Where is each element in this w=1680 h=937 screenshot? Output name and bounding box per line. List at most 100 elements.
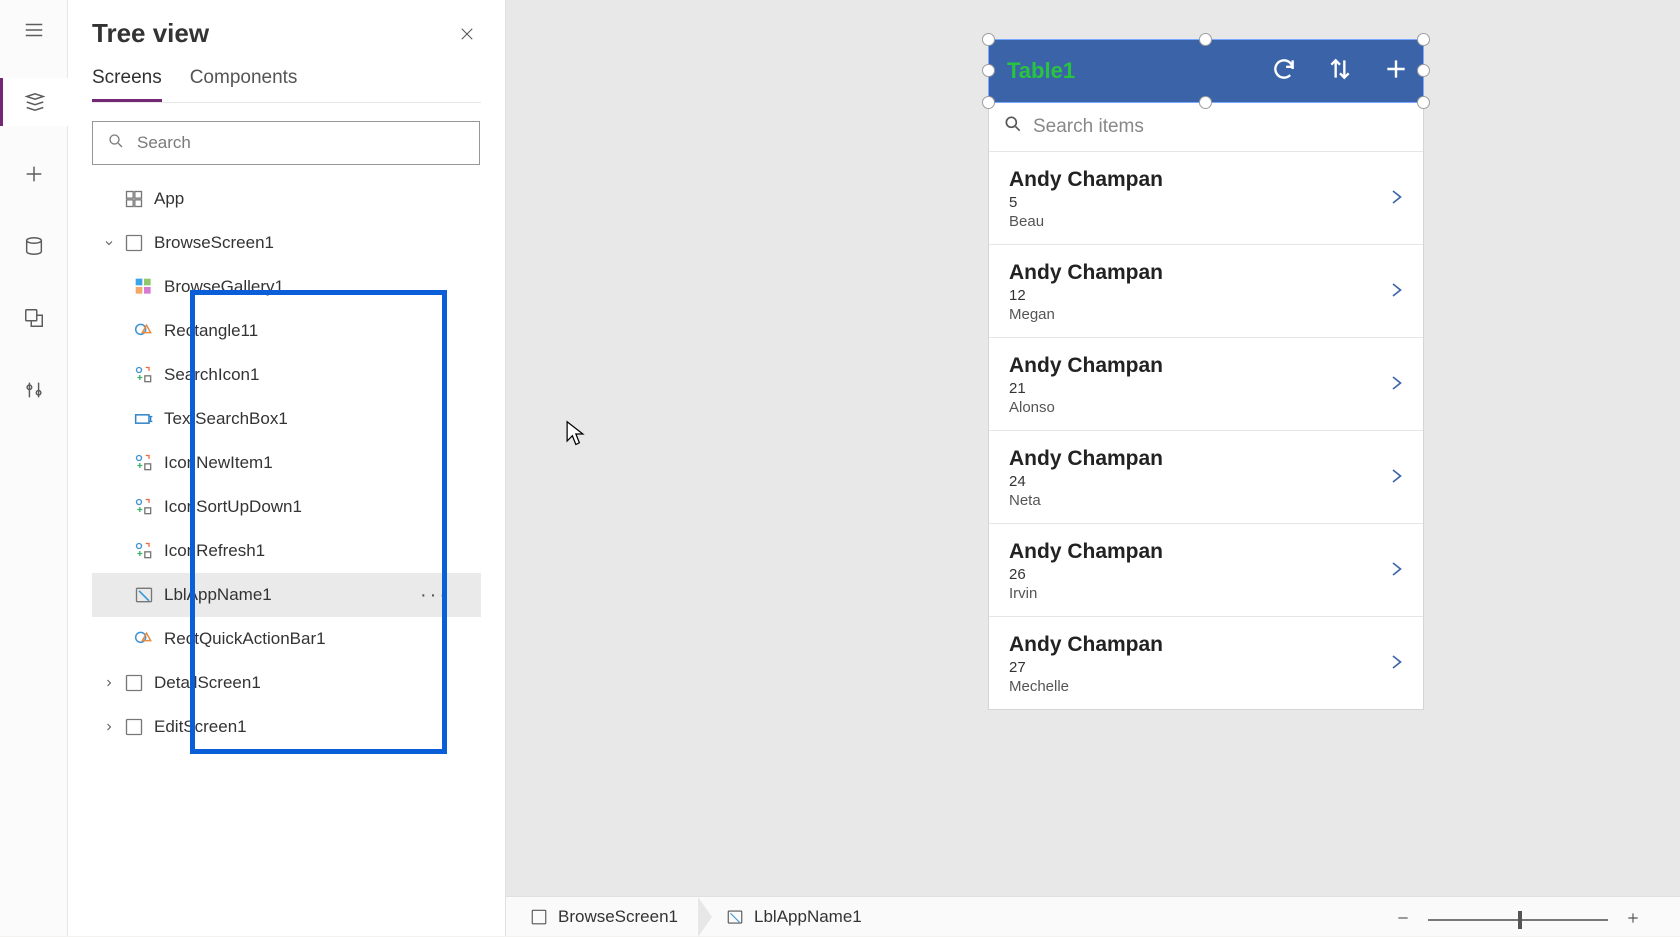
tree-list: App BrowseScreen1 BrowseGallery1 Rectang…: [92, 177, 481, 749]
tab-screens[interactable]: Screens: [92, 67, 162, 102]
tree-row-label: BrowseScreen1: [154, 233, 481, 253]
list-item[interactable]: Andy Champan 26 Irvin: [989, 524, 1423, 617]
list-item[interactable]: Andy Champan 27 Mechelle: [989, 617, 1423, 709]
screen-icon: [122, 671, 146, 695]
tree-control-row[interactable]: SearchIcon1: [92, 353, 481, 397]
item-line1: 27: [1009, 659, 1163, 676]
tree-row-label: TextSearchBox1: [164, 409, 481, 429]
chevron-right-icon[interactable]: [96, 721, 122, 733]
tree-control-row[interactable]: IconNewItem1: [92, 441, 481, 485]
chevron-right-icon: [1387, 374, 1405, 397]
list-item[interactable]: Andy Champan 24 Neta: [989, 431, 1423, 524]
tree-control-row[interactable]: TextSearchBox1: [92, 397, 481, 441]
item-line2: Mechelle: [1009, 678, 1163, 695]
refresh-icon[interactable]: [1271, 56, 1297, 87]
gallery-icon: [132, 275, 156, 299]
chevron-right-icon: [1387, 560, 1405, 583]
app-title-label: Table1: [1007, 58, 1075, 84]
settings-icon[interactable]: [10, 366, 58, 414]
more-icon[interactable]: ···: [420, 584, 449, 607]
tree-screen-row[interactable]: BrowseScreen1: [92, 221, 481, 265]
zoom-control[interactable]: [1396, 910, 1640, 930]
media-icon[interactable]: [10, 294, 58, 342]
item-title: Andy Champan: [1009, 540, 1163, 564]
tree-screen-row[interactable]: EditScreen1: [92, 705, 481, 749]
insert-icon[interactable]: [10, 150, 58, 198]
chevron-right-icon: [1387, 188, 1405, 211]
tree-row-label: BrowseGallery1: [164, 277, 481, 297]
mouse-cursor-icon: [564, 420, 586, 453]
tree-control-row[interactable]: IconSortUpDown1: [92, 485, 481, 529]
chevron-right-icon: [1387, 281, 1405, 304]
item-line1: 5: [1009, 194, 1163, 211]
zoom-out-icon[interactable]: [1396, 910, 1410, 930]
tree-control-row[interactable]: Rectangle11: [92, 309, 481, 353]
breadcrumb-separator-icon: [698, 897, 712, 937]
chevron-right-icon: [1387, 467, 1405, 490]
phone-header[interactable]: Table1: [989, 40, 1423, 102]
tree-row-label: IconRefresh1: [164, 541, 481, 561]
item-title: Andy Champan: [1009, 447, 1163, 471]
item-line1: 24: [1009, 473, 1163, 490]
item-line1: 12: [1009, 287, 1163, 304]
item-title: Andy Champan: [1009, 261, 1163, 285]
chevron-right-icon: [1387, 653, 1405, 676]
tree-view-icon[interactable]: [0, 78, 68, 126]
add-icon[interactable]: [1383, 56, 1409, 87]
data-icon[interactable]: [10, 222, 58, 270]
tree-control-row[interactable]: LblAppName1 ···: [92, 573, 481, 617]
item-line1: 26: [1009, 566, 1163, 583]
group-icon: [132, 451, 156, 475]
item-title: Andy Champan: [1009, 354, 1163, 378]
group-icon: [132, 495, 156, 519]
search-icon: [1003, 114, 1023, 140]
tab-components[interactable]: Components: [190, 67, 298, 102]
chevron-down-icon[interactable]: [96, 237, 122, 249]
close-icon[interactable]: [453, 20, 481, 48]
item-line2: Alonso: [1009, 399, 1163, 416]
tree-row-label: IconNewItem1: [164, 453, 481, 473]
item-line1: 21: [1009, 380, 1163, 397]
zoom-in-icon[interactable]: [1626, 910, 1640, 930]
tree-panel: Tree view Screens Components App BrowseS…: [68, 0, 506, 936]
tree-search[interactable]: [92, 121, 480, 165]
breadcrumb-item[interactable]: BrowseScreen1: [530, 907, 678, 927]
item-line2: Beau: [1009, 213, 1163, 230]
item-line2: Neta: [1009, 492, 1163, 509]
left-rail: [0, 0, 68, 936]
phone-search-placeholder: Search items: [1033, 116, 1144, 138]
panel-tabs: Screens Components: [92, 67, 481, 103]
breadcrumb-item[interactable]: LblAppName1: [726, 907, 862, 927]
item-title: Andy Champan: [1009, 168, 1163, 192]
shape-icon: [132, 319, 156, 343]
breadcrumb-label: LblAppName1: [754, 907, 862, 927]
phone-search-box[interactable]: Search items: [989, 102, 1423, 152]
tree-row-label: App: [154, 189, 481, 209]
list-item[interactable]: Andy Champan 21 Alonso: [989, 338, 1423, 431]
tree-control-row[interactable]: BrowseGallery1: [92, 265, 481, 309]
zoom-slider[interactable]: [1428, 919, 1608, 921]
tree-screen-row[interactable]: DetailScreen1: [92, 661, 481, 705]
phone-preview: Table1 Search items Andy Champan 5 Beau …: [989, 40, 1423, 709]
screen-icon: [122, 715, 146, 739]
panel-title: Tree view: [92, 18, 209, 49]
sort-icon[interactable]: [1327, 56, 1353, 87]
tree-row-label: EditScreen1: [154, 717, 481, 737]
tree-app-row[interactable]: App: [92, 177, 481, 221]
tree-row-label: IconSortUpDown1: [164, 497, 481, 517]
tree-control-row[interactable]: RectQuickActionBar1: [92, 617, 481, 661]
hamburger-icon[interactable]: [10, 6, 58, 54]
phone-list: Andy Champan 5 Beau Andy Champan 12 Mega…: [989, 152, 1423, 709]
screen-icon: [122, 231, 146, 255]
canvas-area[interactable]: Table1 Search items Andy Champan 5 Beau …: [506, 0, 1680, 896]
list-item[interactable]: Andy Champan 12 Megan: [989, 245, 1423, 338]
tree-row-label: SearchIcon1: [164, 365, 481, 385]
chevron-right-icon[interactable]: [96, 677, 122, 689]
label-icon: [132, 583, 156, 607]
list-item[interactable]: Andy Champan 5 Beau: [989, 152, 1423, 245]
shape-icon: [132, 627, 156, 651]
item-line2: Irvin: [1009, 585, 1163, 602]
item-title: Andy Champan: [1009, 633, 1163, 657]
tree-search-input[interactable]: [137, 133, 465, 153]
tree-control-row[interactable]: IconRefresh1: [92, 529, 481, 573]
